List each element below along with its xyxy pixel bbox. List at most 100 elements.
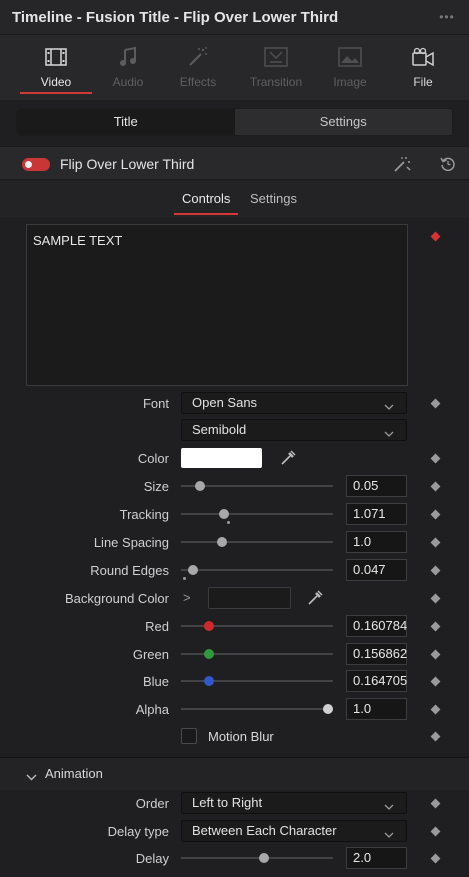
round-edges-slider[interactable] xyxy=(181,565,333,580)
delay-slider-knob[interactable] xyxy=(259,853,269,863)
segment-title[interactable]: Title xyxy=(17,109,235,135)
keyframe-diamond-icon[interactable] xyxy=(430,398,441,409)
motion-blur-checkbox[interactable] xyxy=(181,728,197,744)
controls-subtabs: Controls Settings xyxy=(0,181,469,217)
background-color-row: Background Color > xyxy=(0,587,469,609)
eyedropper-icon[interactable] xyxy=(306,589,324,610)
tracking-label: Tracking xyxy=(119,507,169,522)
line-spacing-slider[interactable] xyxy=(181,537,333,547)
magic-wand-icon xyxy=(162,45,234,69)
red-input[interactable]: 0.160784 xyxy=(346,615,407,637)
tab-effects[interactable]: Effects xyxy=(162,45,234,95)
blue-row: Blue 0.164705 xyxy=(0,670,469,692)
keyframe-diamond-icon[interactable] xyxy=(430,231,441,242)
order-label: Order xyxy=(135,796,169,811)
size-input[interactable]: 0.05 xyxy=(346,475,407,497)
alpha-label: Alpha xyxy=(135,702,169,717)
font-label: Font xyxy=(142,396,169,411)
order-dropdown[interactable]: Left to Right xyxy=(181,792,407,814)
keyframe-diamond-icon[interactable] xyxy=(430,537,441,548)
blue-input[interactable]: 0.164705 xyxy=(346,670,407,692)
keyframe-diamond-icon[interactable] xyxy=(430,649,441,660)
tab-file-label: File xyxy=(413,75,433,89)
inspector-tabs: Video Audio Effects Transition Image Fil… xyxy=(0,34,469,100)
line-spacing-row: Line Spacing 1.0 xyxy=(0,531,469,553)
delay-slider[interactable] xyxy=(181,853,333,863)
green-input[interactable]: 0.156862 xyxy=(346,643,407,665)
tab-image[interactable]: Image xyxy=(314,45,386,95)
keyframe-diamond-icon[interactable] xyxy=(430,509,441,520)
alpha-slider[interactable] xyxy=(181,704,333,714)
title-text-input[interactable]: SAMPLE TEXT xyxy=(26,224,408,386)
delay-input[interactable]: 2.0 xyxy=(346,847,407,869)
tab-audio[interactable]: Audio xyxy=(92,45,164,95)
more-options-button[interactable]: ••• xyxy=(433,6,461,28)
green-slider[interactable] xyxy=(181,649,333,659)
tab-video[interactable]: Video xyxy=(20,45,92,95)
keyframe-diamond-icon[interactable] xyxy=(430,853,441,864)
keyframe-diamond-icon[interactable] xyxy=(430,621,441,632)
keyframe-diamond-icon[interactable] xyxy=(430,593,441,604)
eyedropper-icon[interactable] xyxy=(279,449,297,470)
keyframe-diamond-icon[interactable] xyxy=(430,481,441,492)
alpha-input[interactable]: 1.0 xyxy=(346,698,407,720)
chevron-right-icon[interactable]: > xyxy=(183,590,191,605)
subtab-controls[interactable]: Controls xyxy=(174,191,239,215)
size-row: Size 0.05 xyxy=(0,475,469,497)
animation-section-header[interactable]: Animation xyxy=(0,758,469,790)
background-color-swatch[interactable] xyxy=(208,587,291,609)
chevron-down-icon xyxy=(384,797,394,817)
motion-blur-label: Motion Blur xyxy=(208,729,274,744)
round-edges-input[interactable]: 0.047 xyxy=(346,559,407,581)
active-tab-indicator xyxy=(20,92,92,94)
keyframe-diamond-icon[interactable] xyxy=(430,704,441,715)
tab-transition[interactable]: Transition xyxy=(240,45,312,95)
tracking-input[interactable]: 1.071 xyxy=(346,503,407,525)
round-edges-row: Round Edges 0.047 xyxy=(0,559,469,581)
tab-audio-label: Audio xyxy=(112,75,144,89)
blue-slider[interactable] xyxy=(181,676,333,686)
keyframe-diamond-icon[interactable] xyxy=(430,826,441,837)
keyframe-diamond-icon[interactable] xyxy=(430,565,441,576)
effect-name: Flip Over Lower Third xyxy=(60,156,195,172)
color-row: Color xyxy=(0,447,469,469)
reset-icon[interactable] xyxy=(440,156,456,175)
keyframe-diamond-icon[interactable] xyxy=(430,453,441,464)
effect-header: Flip Over Lower Third xyxy=(0,146,469,180)
blue-slider-knob[interactable] xyxy=(204,676,214,686)
keyframe-diamond-icon[interactable] xyxy=(430,676,441,687)
tab-effects-label: Effects xyxy=(179,75,217,89)
size-slider[interactable] xyxy=(181,481,333,491)
color-swatch[interactable] xyxy=(181,448,262,468)
window-titlebar: Timeline - Fusion Title - Flip Over Lowe… xyxy=(0,0,469,34)
green-slider-knob[interactable] xyxy=(204,649,214,659)
chevron-down-icon xyxy=(26,769,37,784)
red-label: Red xyxy=(145,619,169,634)
magic-wand-icon[interactable] xyxy=(392,155,412,176)
red-slider[interactable] xyxy=(181,621,333,631)
blue-label: Blue xyxy=(142,674,169,689)
subtab-settings[interactable]: Settings xyxy=(250,191,297,206)
keyframe-diamond-icon[interactable] xyxy=(430,798,441,809)
tracking-slider-knob[interactable] xyxy=(219,509,229,519)
window-title: Timeline - Fusion Title - Flip Over Lowe… xyxy=(12,8,339,26)
font-dropdown[interactable]: Open Sans xyxy=(181,392,407,414)
round-edges-label: Round Edges xyxy=(90,563,169,578)
segment-settings[interactable]: Settings xyxy=(235,109,453,135)
tab-image-label: Image xyxy=(333,75,367,89)
order-value: Left to Right xyxy=(192,795,263,810)
line-spacing-slider-knob[interactable] xyxy=(217,537,227,547)
tracking-slider[interactable] xyxy=(181,509,333,524)
red-slider-knob[interactable] xyxy=(204,621,214,631)
delay-type-dropdown[interactable]: Between Each Character xyxy=(181,820,407,842)
keyframe-diamond-icon[interactable] xyxy=(430,731,441,742)
title-settings-segmented-control: Title Settings xyxy=(16,108,453,136)
red-row: Red 0.160784 xyxy=(0,615,469,637)
tab-file[interactable]: File xyxy=(387,45,459,95)
round-edges-slider-knob[interactable] xyxy=(188,565,198,575)
delay-row: Delay 2.0 xyxy=(0,847,469,869)
effect-enable-toggle[interactable] xyxy=(22,158,50,171)
line-spacing-input[interactable]: 1.0 xyxy=(346,531,407,553)
alpha-slider-knob[interactable] xyxy=(323,704,333,714)
size-slider-knob[interactable] xyxy=(195,481,205,491)
